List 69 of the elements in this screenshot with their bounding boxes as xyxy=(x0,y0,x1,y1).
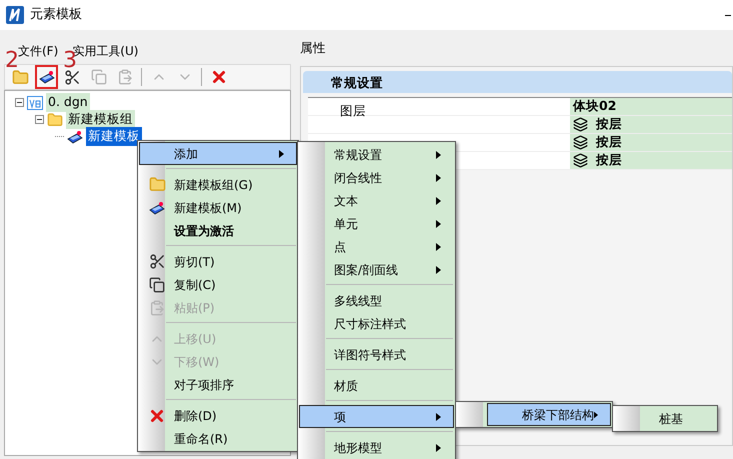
property-name: 图层 xyxy=(340,102,366,118)
file-icon xyxy=(27,96,43,110)
tree-item[interactable]: 新建模板 xyxy=(86,127,142,146)
menu-gutter xyxy=(456,402,483,427)
template-icon xyxy=(67,130,83,144)
menu-item[interactable]: 文本 xyxy=(299,189,454,212)
submenu-arrow-icon xyxy=(436,444,441,452)
submenu-arrow-icon xyxy=(279,150,284,158)
menu-item[interactable]: 重命名(R) xyxy=(139,427,297,450)
property-value[interactable]: 按层 xyxy=(570,152,732,169)
layers-icon xyxy=(573,134,588,150)
menu-item[interactable]: 桥梁下部结构 xyxy=(487,403,611,426)
property-value[interactable]: 按层 xyxy=(570,116,732,133)
submenu-arrow-icon xyxy=(594,410,598,418)
menu-item[interactable]: 文件(F) xyxy=(18,42,58,60)
menu-gutter xyxy=(613,406,640,431)
menu-item[interactable]: 剪切(T) xyxy=(139,250,297,273)
paste-icon xyxy=(116,69,132,85)
menu-item[interactable]: 复制(C) xyxy=(139,273,297,296)
menu-item[interactable]: 项 xyxy=(299,405,454,428)
scissors-icon xyxy=(148,253,166,270)
copy-icon xyxy=(90,69,106,85)
folder-icon xyxy=(47,112,63,128)
copy-icon xyxy=(149,276,165,292)
menu-item[interactable]: 详图符号样式 xyxy=(299,343,454,366)
toolbar-button[interactable] xyxy=(35,65,58,89)
menu-item[interactable]: 多线线型 xyxy=(299,289,454,312)
template-icon xyxy=(149,200,165,214)
submenu-arrow-icon xyxy=(436,174,441,182)
menu-item[interactable]: 设置为激活 xyxy=(139,219,297,242)
expander-icon[interactable] xyxy=(15,98,24,107)
app-logo-icon xyxy=(6,6,24,24)
submenu-arrow-icon xyxy=(436,220,441,228)
template-icon xyxy=(38,70,54,84)
submenu-arrow-icon xyxy=(436,266,441,274)
folder-add-icon xyxy=(12,68,29,86)
menu-item[interactable]: 地形模型 xyxy=(299,436,454,459)
submenu-arrow-icon xyxy=(436,242,441,250)
menu-item[interactable]: 尺寸标注样式 xyxy=(299,312,454,335)
folder-add-icon xyxy=(148,176,166,193)
window-title: 元素模板 xyxy=(30,6,83,24)
panel-title: 属性 xyxy=(300,39,327,57)
annotation-number: 2 xyxy=(5,48,19,75)
menu-item[interactable]: 闭合线性 xyxy=(299,166,454,189)
section-header: 常规设置 xyxy=(303,70,732,93)
minimize-icon[interactable] xyxy=(725,14,731,16)
menu-item[interactable]: 桩基 xyxy=(624,407,716,430)
menu-item[interactable]: 对子项排序 xyxy=(139,373,297,396)
menu-item[interactable]: 图案/剖面线 xyxy=(299,258,454,281)
menu-item[interactable]: 材质 xyxy=(299,374,454,397)
submenu-arrow-icon xyxy=(436,412,441,420)
property-value[interactable]: 体块02 xyxy=(570,98,732,115)
menu-item[interactable]: 点 xyxy=(299,235,454,258)
menu-item[interactable]: 新建模板组(G) xyxy=(139,173,297,196)
tree-item[interactable]: 新建模板组 xyxy=(66,110,135,129)
layers-icon xyxy=(573,152,588,168)
menu-item[interactable]: 常规设置 xyxy=(299,143,454,166)
tree-item[interactable]: 0. dgn xyxy=(46,93,90,112)
submenu-arrow-icon xyxy=(436,196,441,204)
property-value[interactable]: 按层 xyxy=(570,134,732,151)
menu-item[interactable]: 删除(D) xyxy=(139,404,297,427)
submenu-arrow-icon xyxy=(436,150,441,158)
layers-icon xyxy=(573,116,588,132)
scissors-icon xyxy=(64,68,81,86)
menu-item[interactable]: 单元 xyxy=(299,212,454,235)
menu-item[interactable]: 新建模板(M) xyxy=(139,196,297,219)
expander-icon[interactable] xyxy=(35,115,44,124)
paste-icon xyxy=(149,300,165,316)
menu-item[interactable]: 添加 xyxy=(139,142,297,165)
